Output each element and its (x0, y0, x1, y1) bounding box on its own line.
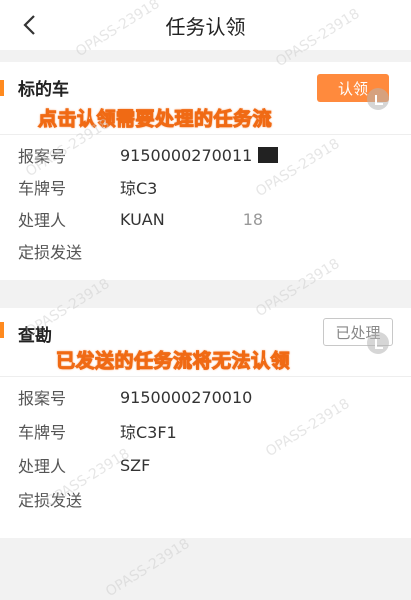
annotation-text: 已发送的任务流将无法认领 (55, 350, 291, 373)
redaction-block (258, 147, 279, 163)
divider (0, 134, 411, 135)
accent-mark (0, 80, 4, 96)
top-nav-bar: 任务认领 (0, 0, 411, 50)
card-title: 查勘 (18, 325, 52, 346)
annotation-text: 点击认领需要处理的任务流 (37, 108, 273, 131)
field-row-report-number: 报案号 9150000270010 (18, 382, 252, 412)
task-card-survey: 查勘 已处理 已发送的任务流将无法认领 报案号 9150000270010 车牌… (0, 308, 411, 538)
field-row-handler: 处理人 SZF (18, 450, 150, 480)
field-label: 车牌号 (18, 179, 67, 198)
trailing-digits: 18 (242, 209, 264, 229)
divider (0, 376, 411, 377)
field-row-plate-number: 车牌号 琼C3F1 (18, 416, 177, 446)
page-title: 任务认领 (165, 14, 246, 39)
field-value: SZF (120, 455, 151, 475)
watermark: OPASS-23918 (103, 535, 193, 600)
field-row-plate-number: 车牌号 琼C3 (18, 172, 157, 202)
field-value: 琼C3F1 (120, 423, 177, 442)
field-label: 处理人 (18, 211, 67, 230)
field-row-assessment-sent: 定损发送 (18, 236, 120, 266)
accent-mark (0, 322, 4, 338)
field-value: 9150000270010 (120, 387, 253, 407)
back-button[interactable] (14, 10, 44, 40)
field-label: 报案号 (18, 147, 67, 166)
card-title: 标的车 (18, 79, 69, 100)
field-value: 琼C3 (120, 179, 158, 198)
field-label: 报案号 (18, 389, 67, 408)
field-label: 处理人 (18, 457, 67, 476)
field-value: KUAN (120, 209, 165, 229)
field-label: 定损发送 (18, 243, 83, 262)
field-row-handler: 处理人 KUAN 18 (18, 204, 263, 234)
hand-pointer-icon (367, 88, 389, 110)
field-label: 车牌号 (18, 423, 67, 442)
task-card-target-vehicle: 标的车 认领 点击认领需要处理的任务流 报案号 9150000270011 车牌… (0, 62, 411, 280)
chevron-left-icon (23, 15, 35, 35)
field-value: 9150000270011 (120, 145, 253, 165)
field-row-assessment-sent: 定损发送 (18, 484, 120, 514)
field-label: 定损发送 (18, 491, 83, 510)
field-row-report-number: 报案号 9150000270011 (18, 140, 279, 170)
hand-pointer-icon (367, 332, 389, 354)
